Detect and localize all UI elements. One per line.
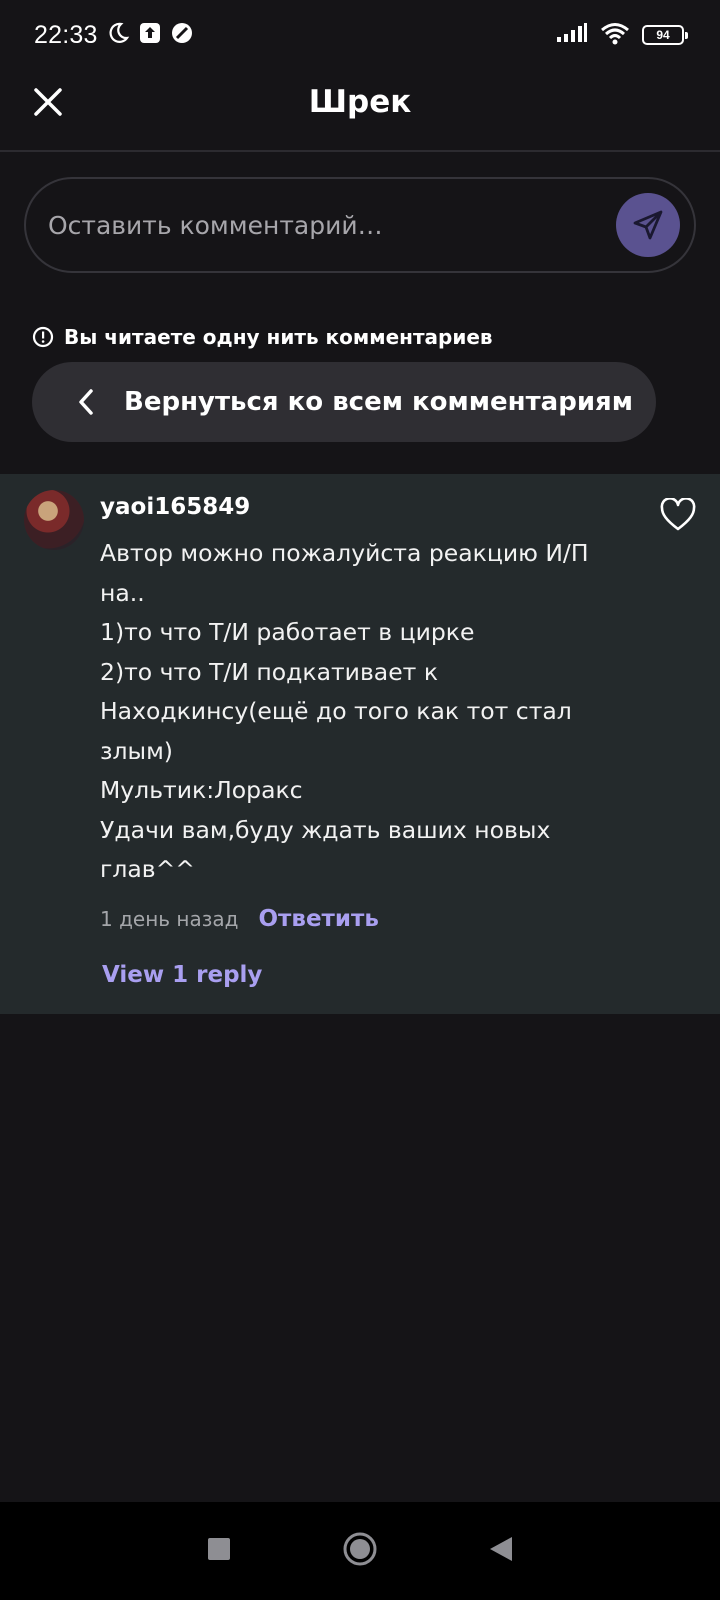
- thread-notice: Вы читаете одну нить комментариев: [32, 325, 493, 349]
- signal-icon: [556, 23, 588, 47]
- home-circle-icon: [343, 1532, 377, 1566]
- comment-meta: 1 день назад Ответить: [100, 906, 379, 932]
- recents-button[interactable]: [206, 1536, 232, 1566]
- wifi-icon: [600, 21, 630, 49]
- heart-icon: [660, 497, 696, 531]
- battery-icon: 94: [642, 25, 688, 45]
- comment-text: Автор можно пожалуйста реакцию И/П на.. …: [100, 539, 589, 883]
- like-button[interactable]: [660, 497, 696, 532]
- back-button[interactable]: [488, 1535, 514, 1567]
- view-replies-link[interactable]: View 1 reply: [102, 962, 262, 988]
- chevron-left-icon: [79, 389, 93, 415]
- info-icon: [32, 326, 54, 348]
- battery-level: 94: [656, 28, 670, 42]
- top-bar: Шрек: [0, 70, 720, 152]
- system-nav-bar: [0, 1502, 720, 1600]
- send-button[interactable]: [616, 193, 680, 257]
- status-time: 22:33: [34, 20, 98, 49]
- comment-input-box[interactable]: [24, 177, 696, 273]
- page-title: Шрек: [308, 84, 412, 120]
- status-bar: 22:33 94: [0, 0, 720, 70]
- square-icon: [208, 1538, 230, 1560]
- avatar[interactable]: [24, 490, 84, 550]
- status-right: 94: [556, 21, 688, 49]
- comment-input[interactable]: [48, 210, 694, 240]
- circle-slash-icon: [170, 21, 194, 49]
- back-to-all-label: Вернуться ко всем комментариям: [124, 387, 634, 417]
- send-icon: [633, 210, 663, 240]
- home-button[interactable]: [342, 1531, 378, 1571]
- reply-button[interactable]: Ответить: [259, 906, 379, 932]
- moon-icon: [106, 21, 130, 49]
- thread-notice-text: Вы читаете одну нить комментариев: [64, 325, 493, 349]
- status-left: 22:33: [34, 21, 194, 50]
- comment-username[interactable]: yaoi165849: [100, 494, 250, 520]
- back-to-all-comments-button[interactable]: Вернуться ко всем комментариям: [32, 362, 656, 442]
- upload-icon: [138, 21, 162, 49]
- triangle-back-icon: [490, 1537, 512, 1561]
- comment-timestamp: 1 день назад: [100, 907, 239, 931]
- comment-card: yaoi165849 Автор можно пожалуйста реакци…: [0, 474, 720, 1014]
